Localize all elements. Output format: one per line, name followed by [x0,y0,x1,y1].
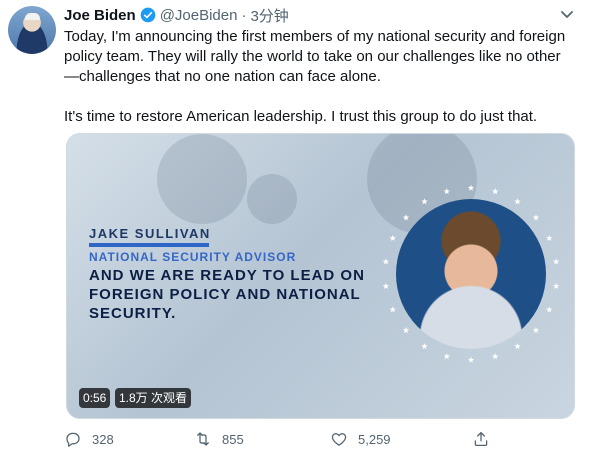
star-icon [402,214,410,221]
caption-divider [89,243,209,247]
star-icon [532,214,540,221]
caption-title: NATIONAL SECURITY ADVISOR [89,250,297,264]
reply-icon [66,432,80,447]
tweet-actions: 328 855 5,259 [64,428,494,450]
portrait-medallion [378,181,564,367]
tweet-card: Joe Biden @JoeBiden · 3分钟 Today, I'm ann… [0,0,590,459]
star-icon [382,282,390,289]
star-icon [421,198,428,205]
star-icon [443,353,450,360]
verified-badge-icon [140,7,156,23]
retweet-button[interactable]: 855 [194,428,244,450]
star-icon [514,342,521,350]
star-icon [545,234,553,242]
star-icon [552,282,560,289]
tweet-text: Today, I'm announcing the first members … [64,27,574,127]
star-icon [514,198,521,205]
reply-count: 328 [92,431,114,447]
tweet-header: Joe Biden @JoeBiden · 3分钟 [64,5,289,25]
star-icon [467,356,475,363]
author-name[interactable]: Joe Biden [64,7,136,24]
share-button[interactable] [472,428,490,450]
like-button[interactable]: 5,259 [330,428,391,450]
video-views-badge: 1.8万 次观看 [115,388,192,408]
star-icon [382,258,390,265]
star-icon [443,188,450,195]
share-icon [474,431,488,447]
tweet-timestamp[interactable]: 3分钟 [250,5,288,26]
caption-name: JAKE SULLIVAN [89,226,211,241]
retweet-count: 855 [222,431,244,447]
star-icon [492,353,499,360]
tweet-paragraph: Today, I'm announcing the first members … [64,28,566,85]
video-caption: JAKE SULLIVAN NATIONAL SECURITY ADVISOR … [89,226,379,323]
star-icon [389,234,397,242]
chevron-down-icon[interactable] [558,8,576,22]
video-frame-figure [157,134,247,224]
heart-icon [331,433,347,446]
video-duration-badge: 0:56 [79,388,111,408]
video-player[interactable]: JAKE SULLIVAN NATIONAL SECURITY ADVISOR … [66,133,575,419]
star-icon [467,184,475,191]
header-separator: · [241,6,247,24]
like-count: 5,259 [358,431,391,447]
star-icon [492,188,499,195]
star-icon [532,326,540,334]
portrait-photo [396,199,546,349]
author-handle[interactable]: @JoeBiden [160,7,238,24]
avatar[interactable] [8,6,56,54]
star-icon [545,306,553,313]
retweet-icon [197,432,209,446]
tweet-paragraph: It's time to restore American leadership… [64,108,538,125]
star-icon [421,342,428,350]
star-icon [552,258,560,265]
star-icon [402,326,410,334]
reply-button[interactable]: 328 [64,428,114,450]
star-icon [389,306,397,313]
caption-quote: AND WE ARE READY TO LEAD ON FOREIGN POLI… [89,267,365,322]
video-frame-figure [247,174,297,224]
